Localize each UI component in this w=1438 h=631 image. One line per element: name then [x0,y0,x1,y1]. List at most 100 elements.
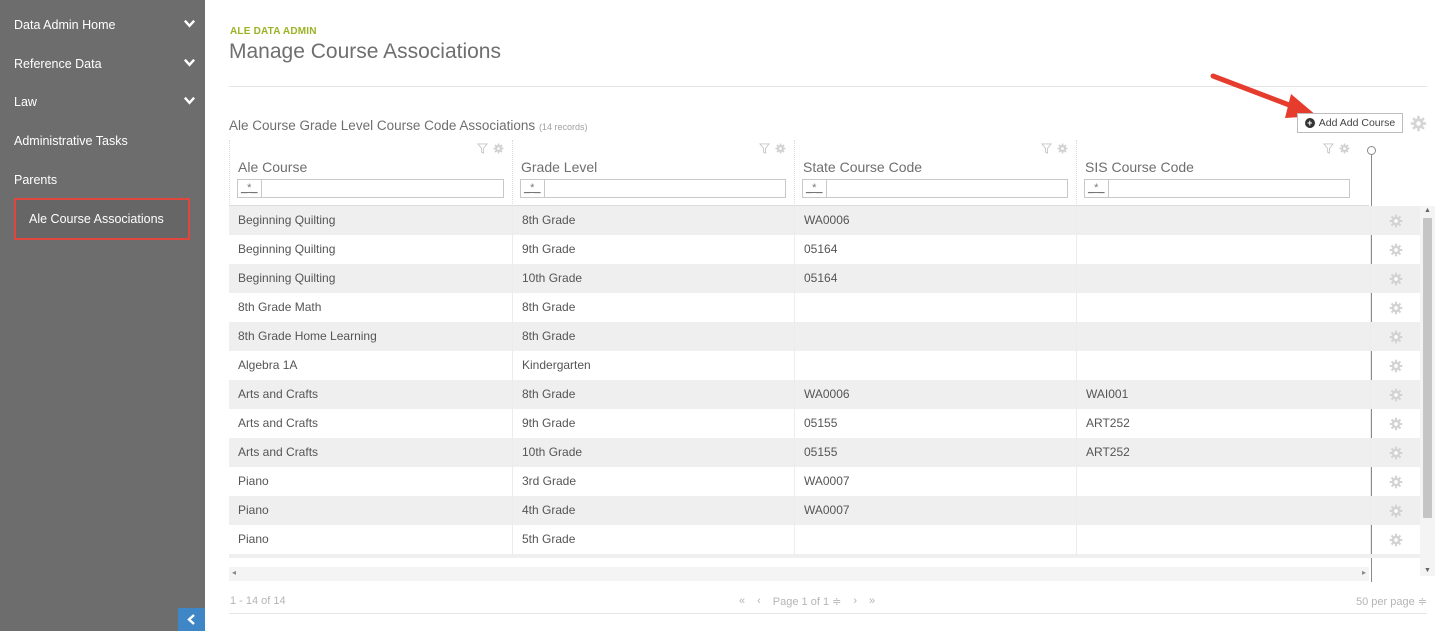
gear-icon[interactable] [1389,533,1403,547]
gear-icon[interactable] [1389,214,1403,228]
table-row-partial[interactable] [229,554,1420,558]
row-actions[interactable] [1370,235,1420,264]
row-actions[interactable] [1370,467,1420,496]
column-header-sis-course-code[interactable]: SIS Course Code _*_ [1076,140,1358,206]
grid-settings-gear-icon[interactable] [1410,115,1427,132]
first-page-button[interactable]: « [739,595,745,608]
cell-state-course-code: WA0007 [794,496,1076,525]
record-range: 1 - 14 of 14 [230,595,286,607]
page-selector[interactable]: Page 1 of 1 ≑ [773,595,842,608]
gear-icon[interactable] [1339,143,1350,154]
filter-operator[interactable]: _*_ [524,180,545,197]
column-filter-input[interactable]: _*_ [1084,179,1350,198]
row-actions[interactable] [1370,322,1420,351]
chevron-down-icon [183,58,196,67]
cell-ale-course: Beginning Quilting [238,271,336,285]
gear-icon[interactable] [775,143,786,154]
gear-icon[interactable] [493,143,504,154]
row-actions[interactable] [1370,525,1420,554]
table-row[interactable]: Arts and Crafts 9th Grade 05155 ART252 [229,409,1420,438]
cell-grade-level: 8th Grade [512,380,794,409]
column-resize-knob[interactable] [1367,146,1376,155]
table-row[interactable]: Piano 4th Grade WA0007 [229,496,1420,525]
add-course-button[interactable]: + Add Add Course [1297,113,1403,133]
row-actions[interactable] [1370,496,1420,525]
filter-icon[interactable] [1041,143,1052,154]
sidebar-item-law[interactable]: Law [0,83,205,121]
cell-sis-course-code [1076,496,1370,525]
sidebar-item-reference-data[interactable]: Reference Data [0,45,205,83]
vertical-scrollbar-thumb[interactable] [1423,218,1432,518]
column-header-ale-course[interactable]: Ale Course _*_ [229,140,512,206]
row-actions[interactable] [1370,380,1420,409]
cell-ale-course: Arts and Crafts [238,445,319,459]
prev-page-button[interactable]: ‹ [757,595,761,608]
filter-operator[interactable]: _*_ [806,180,827,197]
filter-icon[interactable] [1323,143,1334,154]
table-row[interactable]: Arts and Crafts 10th Grade 05155 ART252 [229,438,1420,467]
column-title: State Course Code [803,159,923,175]
cell-grade-level: 10th Grade [512,438,794,467]
sidebar-item-ale-course-associations[interactable]: Ale Course Associations [14,198,190,240]
filter-icon[interactable] [477,143,488,154]
cell-sis-course-code: ART252 [1076,409,1370,438]
vertical-scrollbar[interactable]: ▲ ▼ [1420,206,1435,576]
gear-icon[interactable] [1389,446,1403,460]
table-row[interactable]: Piano 3rd Grade WA0007 [229,467,1420,496]
scroll-down-icon[interactable]: ▼ [1424,567,1431,574]
cell-grade-level: 8th Grade [512,206,794,235]
sidebar-item-label: Administrative Tasks [14,134,128,148]
row-actions[interactable] [1370,293,1420,322]
cell-grade-level: 10th Grade [512,264,794,293]
table-row[interactable]: Algebra 1A Kindergarten [229,351,1420,380]
gear-icon[interactable] [1389,475,1403,489]
filter-icon[interactable] [759,143,770,154]
last-page-button[interactable]: » [869,595,875,608]
cell-ale-course: Piano [238,474,269,488]
row-actions[interactable] [1370,206,1420,235]
gear-icon[interactable] [1389,359,1403,373]
gear-icon[interactable] [1057,143,1068,154]
column-filter-input[interactable]: _*_ [802,179,1068,198]
column-filter-input[interactable]: _*_ [520,179,786,198]
filter-operator[interactable]: _*_ [241,180,262,197]
cell-grade-level: 4th Grade [512,496,794,525]
table-row[interactable]: Beginning Quilting 8th Grade WA0006 [229,206,1420,235]
row-actions[interactable] [1370,351,1420,380]
row-actions[interactable] [1370,264,1420,293]
table-row[interactable]: Beginning Quilting 10th Grade 05164 [229,264,1420,293]
sidebar-item-label: Law [14,95,37,109]
gear-icon[interactable] [1389,388,1403,402]
cell-ale-course: Beginning Quilting [238,213,336,227]
grid-caption: Ale Course Grade Level Course Code Assoc… [229,118,587,133]
cell-state-course-code: WA0006 [794,206,1076,235]
scroll-left-icon[interactable]: ◂ [232,568,236,577]
gear-icon[interactable] [1389,417,1403,431]
grid-record-count: (14 records) [538,122,588,132]
column-header-grade-level[interactable]: Grade Level _*_ [512,140,794,206]
filter-operator[interactable]: _*_ [1088,180,1109,197]
column-header-state-course-code[interactable]: State Course Code _*_ [794,140,1076,206]
table-row[interactable]: Piano 5th Grade [229,525,1420,554]
next-page-button[interactable]: › [853,595,857,608]
scroll-right-icon[interactable]: ▸ [1362,568,1366,577]
table-row[interactable]: 8th Grade Math 8th Grade [229,293,1420,322]
table-row[interactable]: 8th Grade Home Learning 8th Grade [229,322,1420,351]
table-row[interactable]: Beginning Quilting 9th Grade 05164 [229,235,1420,264]
sidebar-collapse-button[interactable] [178,608,205,631]
per-page-selector[interactable]: 50 per page ≑ [1356,595,1427,608]
sidebar-item-data-admin-home[interactable]: Data Admin Home [0,6,205,44]
sidebar-item-parents[interactable]: Parents [0,161,205,199]
row-actions[interactable] [1370,438,1420,467]
scroll-up-icon[interactable]: ▲ [1424,207,1431,214]
row-actions[interactable] [1370,409,1420,438]
horizontal-scrollbar[interactable]: ◂ ▸ [229,567,1369,581]
gear-icon[interactable] [1389,272,1403,286]
table-row[interactable]: Arts and Crafts 8th Grade WA0006 WAI001 [229,380,1420,409]
column-filter-input[interactable]: _*_ [237,179,504,198]
gear-icon[interactable] [1389,301,1403,315]
sidebar-item-administrative-tasks[interactable]: Administrative Tasks [0,122,205,160]
gear-icon[interactable] [1389,243,1403,257]
gear-icon[interactable] [1389,330,1403,344]
gear-icon[interactable] [1389,504,1403,518]
